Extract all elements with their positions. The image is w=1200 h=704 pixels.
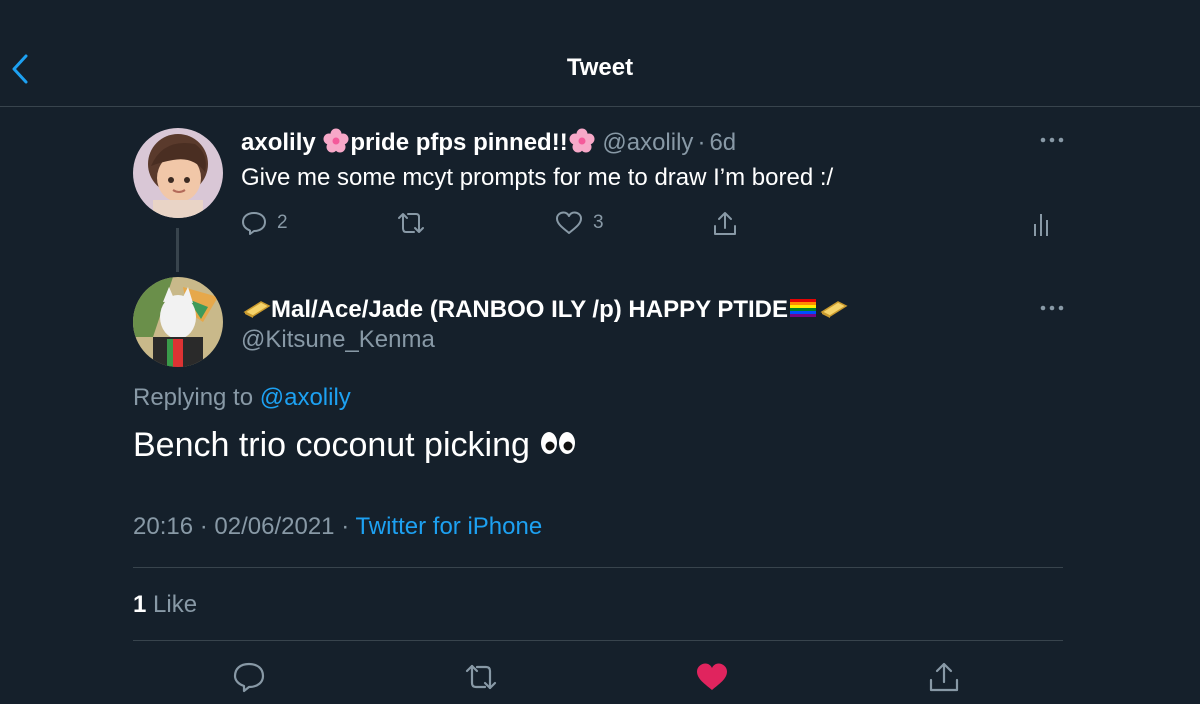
parent-handle[interactable]: @axolily xyxy=(602,129,693,156)
ellipsis-icon xyxy=(1040,305,1064,311)
rainbow-flag-emoji xyxy=(790,299,817,317)
parent-retweet-button[interactable] xyxy=(396,210,426,236)
eyes-emoji xyxy=(541,432,576,454)
parent-reply-button[interactable]: 2 xyxy=(241,210,288,236)
parent-time[interactable]: 6d xyxy=(709,129,736,156)
avatar-image xyxy=(133,277,223,367)
replying-handle-link[interactable]: @axolily xyxy=(260,384,351,411)
cherry-blossom-emoji xyxy=(323,128,349,153)
top-bar: Tweet xyxy=(0,0,1200,107)
share-button[interactable] xyxy=(927,660,961,694)
retweet-button[interactable] xyxy=(464,660,498,694)
parent-like-button[interactable]: 3 xyxy=(555,210,604,236)
main-tweet-name-line: Mal/Ace/Jade (RANBOO ILY /p) HAPPY PTIDE xyxy=(241,296,848,324)
thread-connector-line xyxy=(176,228,179,272)
parent-share-button[interactable] xyxy=(712,210,738,238)
parent-tweet-header: axolily pride pfps pinned!! @axolily · 6d xyxy=(241,128,736,157)
heart-icon xyxy=(556,211,582,234)
parent-display-name-suffix[interactable]: pride pfps pinned!! xyxy=(350,129,567,156)
share-icon xyxy=(714,212,736,235)
gold-bar-emoji xyxy=(243,301,271,318)
gold-bar-emoji xyxy=(820,301,848,318)
speech-bubble-icon xyxy=(242,212,266,235)
meta-dot: · xyxy=(341,513,350,540)
page-title: Tweet xyxy=(566,54,634,81)
replying-label: Replying to xyxy=(133,384,254,411)
main-tweet-text-line: Bench trio coconut picking xyxy=(133,426,577,465)
heart-icon xyxy=(697,663,727,690)
meta-dot: · xyxy=(199,513,208,540)
likes-stat[interactable]: 1 Like xyxy=(133,591,197,619)
parent-like-count: 3 xyxy=(593,212,604,233)
like-label: Like xyxy=(153,591,198,618)
reply-button[interactable] xyxy=(232,660,266,694)
avatar-axolily[interactable] xyxy=(133,128,223,218)
main-display-name[interactable]: Mal/Ace/Jade (RANBOO ILY /p) HAPPY PTIDE xyxy=(271,296,788,323)
parent-analytics-button[interactable] xyxy=(1032,212,1050,236)
tweet-meta: 20:16 · 02/06/2021 · Twitter for iPhone xyxy=(133,513,542,541)
divider xyxy=(133,567,1063,568)
like-button[interactable] xyxy=(695,660,729,694)
main-handle[interactable]: @Kitsune_Kenma xyxy=(241,326,435,354)
retweet-icon xyxy=(398,213,424,233)
speech-bubble-icon xyxy=(233,662,265,693)
tweet-date: 02/06/2021 xyxy=(214,513,335,540)
avatar-kitsune-kenma[interactable] xyxy=(133,277,223,367)
main-more-button[interactable] xyxy=(1037,298,1067,318)
retweet-icon xyxy=(465,664,497,690)
share-icon xyxy=(929,662,959,692)
ellipsis-icon xyxy=(1040,137,1064,143)
analytics-icon xyxy=(1032,214,1050,236)
avatar-image xyxy=(133,128,223,218)
like-count: 1 xyxy=(133,591,147,618)
parent-tweet-text: Give me some mcyt prompts for me to draw… xyxy=(241,164,834,191)
main-tweet-text: Bench trio coconut picking xyxy=(133,426,530,464)
tweet-source-link[interactable]: Twitter for iPhone xyxy=(355,513,542,540)
parent-display-name[interactable]: axolily xyxy=(241,129,316,156)
parent-reply-count: 2 xyxy=(277,212,288,233)
tweet-time: 20:16 xyxy=(133,513,194,540)
replying-to: Replying to @axolily xyxy=(133,384,351,412)
parent-more-button[interactable] xyxy=(1037,130,1067,150)
divider xyxy=(133,640,1063,641)
separator-dot: · xyxy=(697,129,706,156)
cherry-blossom-emoji xyxy=(569,128,595,153)
